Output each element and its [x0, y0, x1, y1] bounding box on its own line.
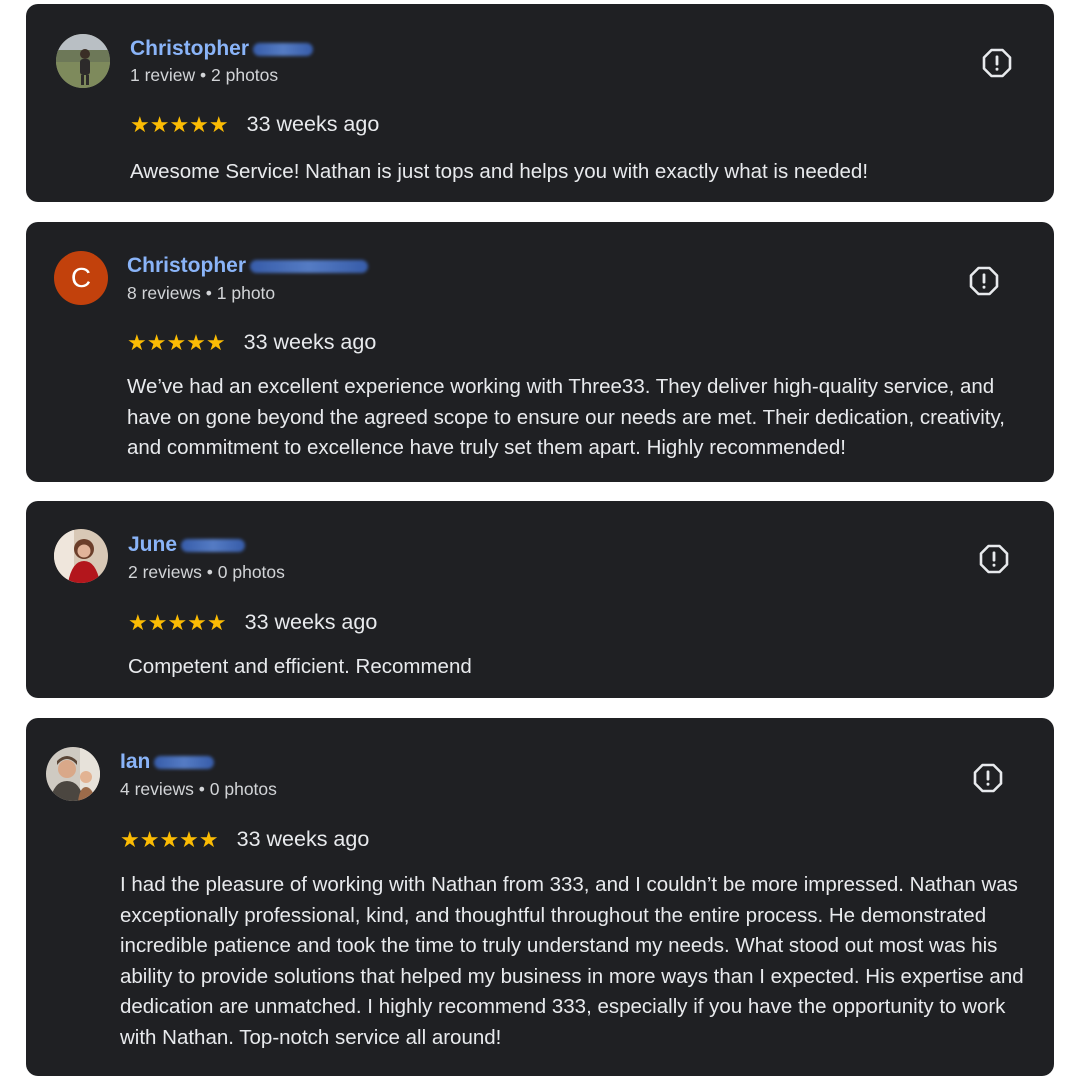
review-time: 33 weeks ago: [246, 112, 380, 136]
review-text: I had the pleasure of working with Natha…: [120, 873, 1024, 1049]
review-time: 33 weeks ago: [236, 827, 370, 851]
review-text: Competent and efficient. Recommend: [128, 655, 472, 678]
reviewer-meta: 8 reviews • 1 photo: [127, 283, 276, 303]
redacted-surname: [250, 259, 369, 273]
reviewer-name[interactable]: Ian: [120, 750, 150, 774]
avatar[interactable]: C: [54, 251, 108, 305]
reviewer-name[interactable]: Christopher: [127, 254, 246, 278]
review-time: 33 weeks ago: [243, 330, 377, 354]
reviewer-meta: 2 reviews • 0 photos: [128, 562, 285, 582]
report-flag-icon[interactable]: [982, 48, 1012, 78]
star-rating: ★★★★★: [120, 826, 219, 852]
reviewer-name[interactable]: Christopher: [130, 37, 249, 61]
avatar[interactable]: [54, 529, 108, 583]
review-card: Ian 4 reviews • 0 photos ★★★★★ 33 weeks …: [26, 718, 1054, 1076]
star-rating: ★★★★★: [127, 329, 226, 355]
report-flag-icon[interactable]: [979, 544, 1009, 574]
reviewer-meta: 1 review • 2 photos: [130, 65, 279, 85]
avatar[interactable]: [56, 34, 110, 88]
redacted-surname: [154, 755, 215, 769]
reviewer-name[interactable]: June: [128, 533, 177, 557]
review-text: We’ve had an excellent experience workin…: [127, 375, 1005, 460]
review-card: Christopher 1 review • 2 photos ★★★★★ 33…: [26, 4, 1054, 202]
star-rating: ★★★★★: [130, 111, 229, 137]
report-flag-icon[interactable]: [973, 763, 1003, 793]
reviewer-meta: 4 reviews • 0 photos: [120, 779, 277, 799]
redacted-surname: [181, 538, 246, 552]
avatar[interactable]: [46, 747, 100, 801]
star-rating: ★★★★★: [128, 609, 227, 635]
report-flag-icon[interactable]: [969, 266, 999, 296]
reviews-list: Christopher 1 review • 2 photos ★★★★★ 33…: [0, 0, 1080, 1080]
review-time: 33 weeks ago: [244, 610, 378, 634]
review-text: Awesome Service! Nathan is just tops and…: [130, 160, 869, 183]
review-card: C Christopher 8 reviews • 1 photo ★★★★★ …: [26, 222, 1054, 482]
redacted-surname: [253, 42, 314, 56]
review-card: June 2 reviews • 0 photos ★★★★★ 33 weeks…: [26, 501, 1054, 698]
